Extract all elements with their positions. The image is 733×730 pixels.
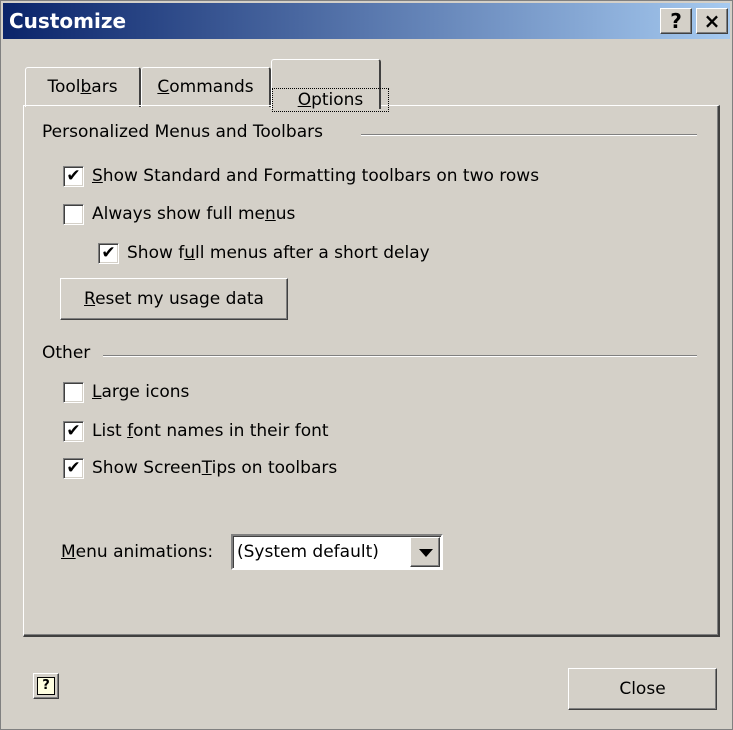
two-rows-checkbox[interactable]: ✔ bbox=[63, 166, 84, 187]
customize-dialog: Customize ? × Toolbars Commands Options … bbox=[0, 0, 733, 730]
help-icon-button[interactable]: ? bbox=[33, 673, 59, 699]
reset-usage-button[interactable]: Reset my usage data bbox=[60, 278, 288, 320]
tab-toolbars[interactable]: Toolbars bbox=[25, 67, 141, 107]
help-icon: ? bbox=[37, 677, 55, 695]
two-rows-label: Show Standard and Formatting toolbars on… bbox=[92, 166, 540, 186]
large-icons-label: Large icons bbox=[92, 382, 190, 402]
delay-label: Show full menus after a short delay bbox=[127, 243, 430, 263]
full-menus-checkbox[interactable] bbox=[63, 204, 84, 225]
window-title: Customize bbox=[9, 9, 127, 33]
menu-animations-select[interactable]: (System default) bbox=[231, 534, 443, 570]
chevron-down-icon bbox=[419, 549, 433, 557]
tab-commands-label: Commands bbox=[157, 77, 254, 97]
full-menus-label: Always show full menus bbox=[92, 204, 296, 224]
delay-checkbox[interactable]: ✔ bbox=[98, 243, 119, 264]
close-button-label: Close bbox=[619, 679, 666, 699]
other-group-title: Other bbox=[42, 343, 91, 363]
group-divider bbox=[361, 134, 697, 136]
title-bar[interactable]: Customize ? × bbox=[3, 3, 730, 39]
screentips-label: Show ScreenTips on toolbars bbox=[92, 458, 338, 478]
group-divider bbox=[103, 355, 697, 357]
screentips-checkbox[interactable]: ✔ bbox=[63, 458, 84, 479]
tab-options[interactable]: Options bbox=[271, 59, 389, 112]
menu-animations-value: (System default) bbox=[237, 542, 379, 562]
help-button[interactable]: ? bbox=[660, 8, 692, 34]
large-icons-checkbox[interactable] bbox=[63, 382, 84, 403]
menu-animations-label: Menu animations: bbox=[61, 542, 214, 562]
dropdown-arrow-button[interactable] bbox=[410, 537, 440, 567]
font-names-checkbox[interactable]: ✔ bbox=[63, 421, 84, 442]
font-names-label: List font names in their font bbox=[92, 421, 329, 441]
close-window-button[interactable]: × bbox=[696, 8, 728, 34]
personalized-group-title: Personalized Menus and Toolbars bbox=[42, 122, 323, 142]
tab-toolbars-label: Toolbars bbox=[47, 77, 118, 97]
tab-commands[interactable]: Commands bbox=[141, 67, 271, 107]
close-button[interactable]: Close bbox=[568, 668, 717, 710]
reset-usage-label: Reset my usage data bbox=[84, 289, 264, 309]
